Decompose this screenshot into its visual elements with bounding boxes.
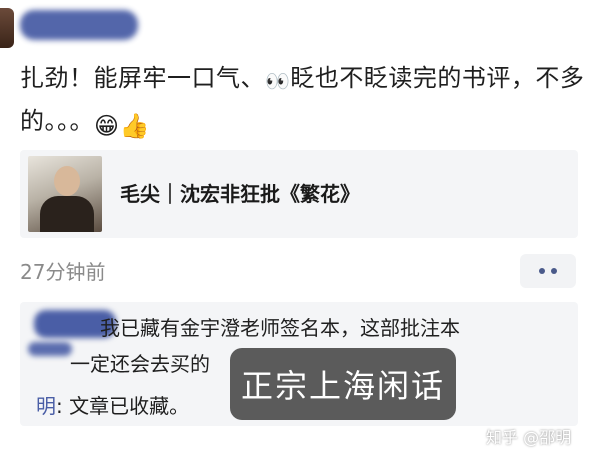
username-redacted[interactable] [20, 10, 138, 40]
more-dots-icon [539, 268, 545, 274]
overlay-caption: 正宗上海闲话 [230, 348, 456, 420]
shared-article-title: 毛尖｜沈宏非狂批《繁花》 [120, 182, 360, 206]
reply-author-name[interactable]: 明 [36, 394, 56, 418]
post-text-main: 扎劲！能屏牢一口气、 [20, 64, 265, 92]
reply-text: : 文章已收藏。 [56, 394, 190, 418]
shared-article-card[interactable]: 毛尖｜沈宏非狂批《繁花》 [20, 150, 578, 238]
avatar[interactable] [0, 8, 14, 48]
comment-text-line2: 一定还会去买的 [70, 352, 210, 376]
thumbs-up-emoji-icon: 👍 [119, 112, 150, 140]
grin-emoji-icon: 😁 [94, 112, 120, 140]
post-timestamp: 27分钟前 [20, 260, 106, 284]
eyes-emoji-icon: 👀 [265, 69, 291, 93]
commenter-name-redacted-2 [28, 342, 72, 356]
watermark: 知乎 @邵明 [486, 428, 572, 447]
comment-text-line1: 我已藏有金宇澄老师签名本，这部批注本 [100, 316, 460, 340]
post-content: 扎劲！能屏牢一口气、👀眨也不眨读完的书评，不多的。。。😁👍 [20, 58, 590, 146]
reply-comment: 明: 文章已收藏。 [36, 390, 189, 419]
article-thumbnail [28, 156, 102, 232]
more-options-button[interactable] [520, 254, 576, 288]
